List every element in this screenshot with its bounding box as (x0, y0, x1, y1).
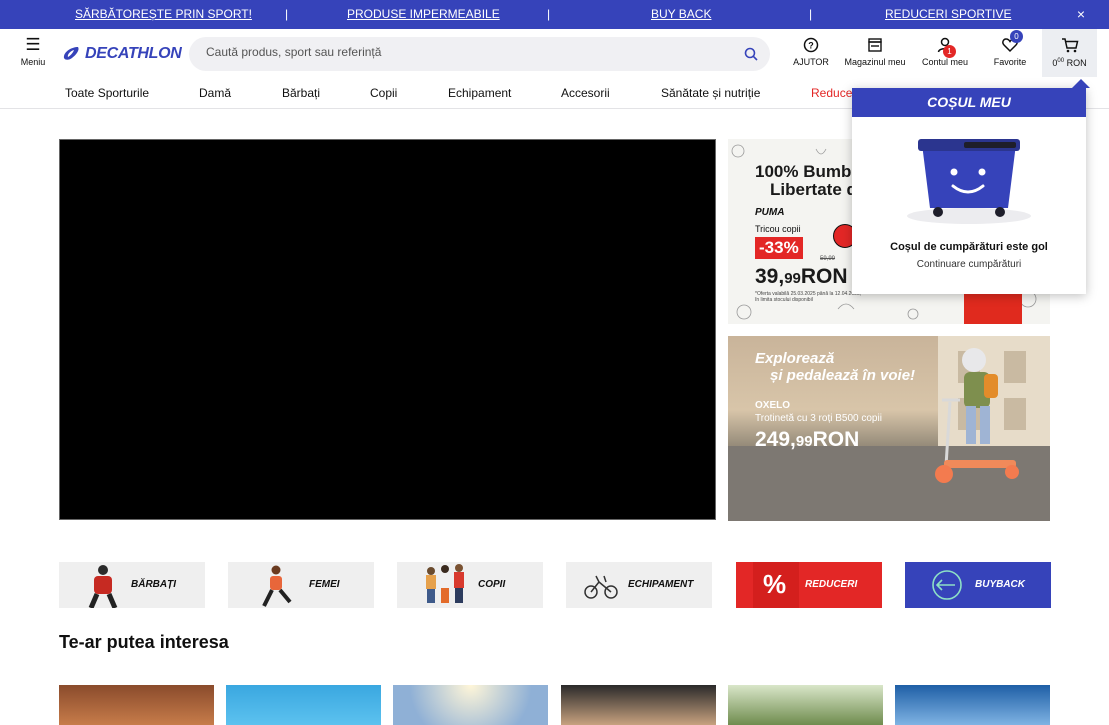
promo-separator: | (285, 7, 289, 21)
banner1-headline-2: Libertate d (770, 180, 857, 199)
buyback-arrow-icon (932, 570, 962, 600)
price-dec: 99 (784, 270, 801, 287)
favorites-badge: 0 (1010, 30, 1023, 43)
help-button[interactable]: ? AJUTOR (790, 29, 832, 79)
banner2-brand: OXELO (755, 400, 791, 411)
price-cur: RON (800, 265, 848, 288)
favorites-button[interactable]: 0 Favorite (988, 29, 1032, 79)
store-icon (868, 38, 882, 52)
close-icon[interactable]: × (1077, 6, 1085, 22)
menu-label: Meniu (20, 57, 46, 67)
section-title: Te-ar putea interesa (59, 632, 229, 652)
logo-text: DECATHLON (85, 45, 182, 62)
banner2-price: 249,99RON (755, 428, 859, 452)
help-label: AJUTOR (793, 57, 829, 67)
banner1-fine-print: *Oferta valabilă 25.03.2025 până la 12.0… (755, 291, 862, 303)
favorites-icon-wrap: 0 (1001, 30, 1023, 53)
folding-bike-image (584, 575, 618, 599)
category-tile-men[interactable]: BĂRBAȚI (59, 562, 205, 608)
banner2-headline-1: Explorează (755, 350, 835, 367)
recommendation-card[interactable] (59, 685, 214, 725)
dropdown-arrow (1072, 79, 1090, 88)
hero-video[interactable] (59, 139, 716, 520)
category-tile-buyback[interactable]: BUYBACK (905, 562, 1051, 608)
cart-total: 000 RON (1042, 58, 1097, 68)
help-icon: ? (803, 37, 819, 53)
search-icon[interactable] (744, 47, 758, 61)
banner1-headline-1: 100% Bumb (755, 162, 852, 181)
category-tile-equipment[interactable]: ECHIPAMENT (566, 562, 712, 608)
banner1-price: 39,99RON (755, 265, 848, 289)
promo-banner-scooter[interactable]: Explorează și pedalează în voie! OXELO T… (728, 336, 1050, 521)
account-label: Contul meu (921, 57, 969, 67)
price-cur: RON (812, 428, 860, 451)
promo-link-celebrate[interactable]: SĂRBĂTOREȘTE PRIN SPORT! (75, 7, 252, 21)
account-badge: 1 (943, 45, 956, 58)
promo-separator: | (547, 7, 551, 21)
header: ☰ Meniu DECATHLON ? AJUTOR Magazinul meu (0, 29, 1109, 79)
nav-item-kids[interactable]: Copii (370, 86, 397, 100)
hamburger-icon: ☰ (25, 35, 41, 54)
cart-dropdown-title: COȘUL MEU (852, 88, 1086, 117)
recommendation-card[interactable] (561, 685, 716, 725)
percent-icon: % (763, 569, 787, 599)
recommendation-card[interactable] (895, 685, 1050, 725)
nav-item-equipment[interactable]: Echipament (448, 86, 511, 100)
promo-separator: | (809, 7, 813, 21)
cart-currency: RON (1066, 58, 1087, 68)
cart-dropdown: COȘUL MEU Coșul de cumpărături este gol … (852, 79, 1090, 294)
account-icon-wrap: 1 (936, 37, 956, 58)
kids-group-image (426, 564, 464, 603)
banner1-old-price: 59,99 (820, 256, 836, 262)
continue-shopping-link[interactable]: Continuare cumpărături (852, 259, 1086, 270)
nav-item-women[interactable]: Damă (199, 86, 231, 100)
banner2-product: Trotinetă cu 3 roți B500 copii (755, 413, 882, 424)
account-button[interactable]: 1 Contul meu (920, 29, 970, 79)
cart-empty-message: Coșul de cumpărături este gol (890, 241, 1048, 253)
red-tshirt-image (964, 294, 1022, 324)
search-input[interactable] (206, 45, 726, 59)
category-tile-women[interactable]: FEMEI (228, 562, 374, 608)
nav-item-health[interactable]: Sănătate și nutriție (661, 86, 760, 100)
promo-bar: SĂRBĂTOREȘTE PRIN SPORT! | PRODUSE IMPER… (0, 0, 1109, 29)
banner2-headline-2: și pedalează în voie! (770, 367, 916, 384)
tile-label: ECHIPAMENT (628, 579, 694, 590)
my-store-button[interactable]: Magazinul meu (842, 29, 908, 79)
recommendation-card[interactable] (393, 685, 548, 725)
cart-icon (1061, 38, 1078, 53)
cart-decimals: 00 (1057, 58, 1065, 64)
logo[interactable]: DECATHLON (62, 44, 182, 64)
recommendation-card[interactable] (728, 685, 883, 725)
recommendation-card[interactable] (226, 685, 381, 725)
promo-link-waterproof[interactable]: PRODUSE IMPERMEABILE (347, 7, 500, 21)
child-on-scooter-image (935, 348, 1019, 483)
category-tile-sales[interactable]: % REDUCERI (736, 562, 882, 608)
promo-link-sales[interactable]: REDUCERI SPORTIVE (885, 7, 1011, 21)
banner1-brand: PUMA (755, 207, 785, 218)
tile-label: COPII (478, 579, 506, 590)
empty-cart-bin-icon (907, 139, 1031, 224)
decathlon-logo-icon (63, 47, 79, 60)
tile-label: FEMEI (309, 579, 340, 590)
nav-item-men[interactable]: Bărbați (282, 86, 320, 100)
tile-label: REDUCERI (805, 579, 858, 590)
svg-text:?: ? (808, 41, 814, 51)
category-tile-kids[interactable]: COPII (397, 562, 543, 608)
tile-label: BUYBACK (975, 579, 1025, 590)
menu-button[interactable]: ☰ Meniu (18, 35, 48, 67)
price-int: 249, (755, 428, 796, 451)
nav-item-accessories[interactable]: Accesorii (561, 86, 610, 100)
woman-runner-image (262, 565, 292, 607)
nav-item-all-sports[interactable]: Toate Sporturile (65, 86, 149, 100)
search-bar (189, 37, 770, 71)
cart-button[interactable]: 000 RON (1042, 29, 1097, 77)
banner1-discount: -33% (755, 237, 803, 259)
price-dec: 99 (795, 433, 813, 450)
my-store-label: Magazinul meu (844, 57, 906, 67)
price-int: 39, (755, 265, 785, 288)
favorites-label: Favorite (993, 57, 1027, 67)
tile-label: BĂRBAȚI (131, 579, 176, 590)
promo-link-buyback[interactable]: BUY BACK (651, 7, 711, 21)
banner1-product: Tricou copii (755, 224, 801, 234)
